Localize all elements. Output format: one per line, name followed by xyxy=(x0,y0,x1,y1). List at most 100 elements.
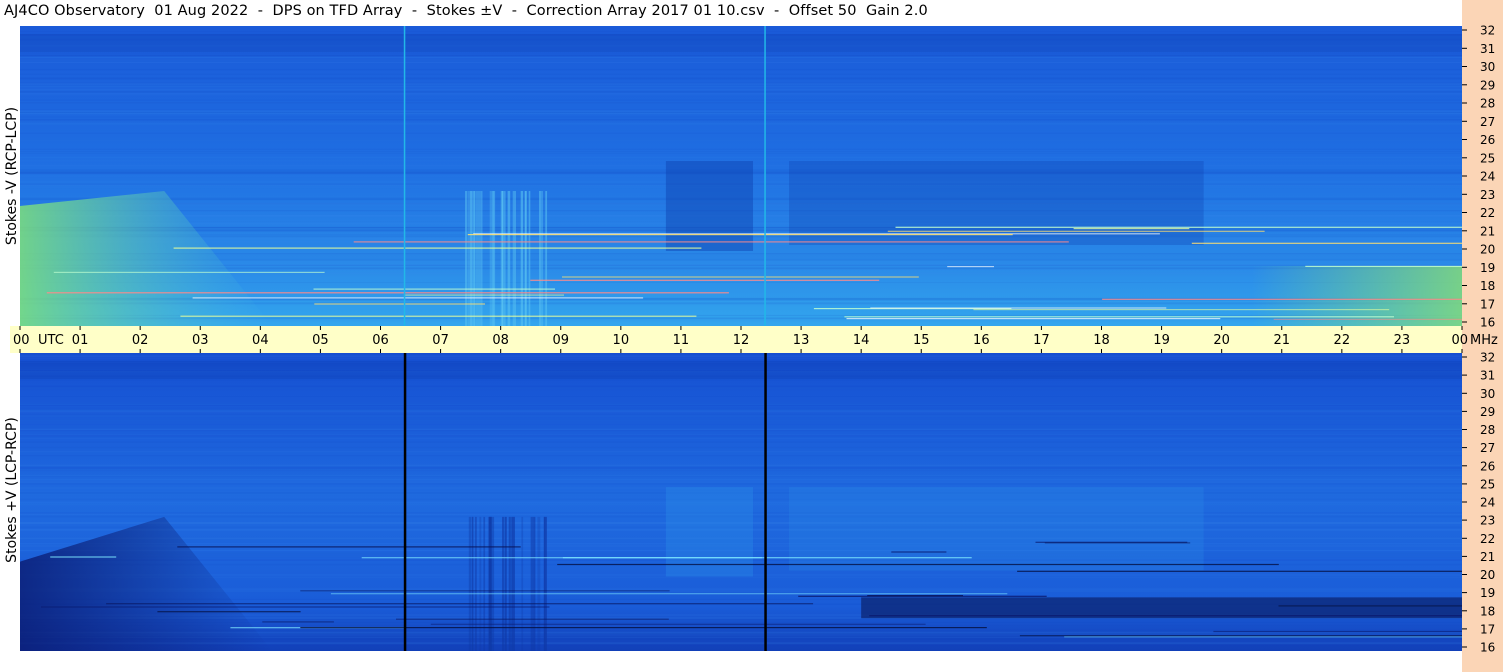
y-tick-label: 26 xyxy=(1480,459,1495,473)
interference-line xyxy=(157,611,301,613)
noise-stripe xyxy=(20,156,1462,158)
interference-line xyxy=(1305,265,1462,267)
y-tick-label: 20 xyxy=(1480,568,1495,582)
burst-streak xyxy=(473,191,476,326)
interference-line xyxy=(330,593,1008,595)
interference-line xyxy=(353,241,1069,243)
burst-streak xyxy=(480,191,483,326)
y-tick-label: 28 xyxy=(1480,97,1495,111)
x-tick-label: 05 xyxy=(312,333,329,348)
burst-streak xyxy=(479,516,482,651)
spectrogram-chart: 32 31 30 29 28 27 26 25 24 23 22 21 20 19 18 17 16 32 31 30… xyxy=(10,0,1503,672)
burst-streak xyxy=(531,516,534,651)
interference-line xyxy=(1102,298,1462,300)
burst-streak xyxy=(507,191,511,326)
noise-stripe xyxy=(20,152,1462,154)
burst-streak xyxy=(521,516,524,651)
noise-stripe xyxy=(20,353,1462,355)
burst-streak xyxy=(501,191,504,326)
y-tick-label: 31 xyxy=(1480,42,1495,56)
interference-line xyxy=(46,292,729,294)
burst-streak xyxy=(503,191,506,326)
y-tick-label: 20 xyxy=(1480,243,1495,257)
noise-stripe xyxy=(20,151,1462,153)
y-tick-label: 19 xyxy=(1480,586,1495,600)
y-tick-label: 24 xyxy=(1480,170,1495,184)
burst-streak xyxy=(487,516,491,651)
interference-line xyxy=(41,606,550,608)
y-tick-label: 30 xyxy=(1480,60,1495,74)
interference-line xyxy=(1213,630,1462,633)
x-tick-label: 19 xyxy=(1153,333,1170,348)
noise-stripe xyxy=(20,129,1462,131)
noise-stripe xyxy=(20,469,1462,472)
y-tick-label: 17 xyxy=(1480,297,1495,311)
interference-line xyxy=(846,318,1221,320)
y-tick-label: 24 xyxy=(1480,496,1495,510)
burst-streak xyxy=(470,191,474,326)
noise-stripe xyxy=(20,112,1462,113)
noise-stripe xyxy=(20,77,1462,80)
burst-streak xyxy=(508,516,511,651)
noise-stripe xyxy=(20,31,1462,33)
noise-stripe xyxy=(20,132,1462,134)
burst-streak xyxy=(478,191,480,326)
noise-stripe xyxy=(20,424,1462,425)
interference-line xyxy=(1044,542,1191,544)
noise-stripe xyxy=(20,396,1462,397)
noise-stripe xyxy=(20,159,1462,161)
interference-line xyxy=(50,556,117,558)
noise-stripe xyxy=(20,464,1462,466)
noise-stripe xyxy=(20,430,1462,432)
noise-stripe xyxy=(20,59,1462,61)
burst-streak xyxy=(511,516,515,651)
spectrogram-window: { "title": "AJ4CO Observatory 01 Aug 202… xyxy=(0,0,1503,672)
burst-streak xyxy=(489,191,493,326)
burst-streak xyxy=(468,516,471,651)
noise-stripe xyxy=(20,102,1462,104)
interference-line xyxy=(300,590,670,592)
y-tick-label: 28 xyxy=(1480,423,1495,437)
noise-stripe xyxy=(20,121,1462,124)
x-tick-label: 21 xyxy=(1273,333,1290,348)
y-tick-label: 18 xyxy=(1480,604,1495,618)
noise-stripe xyxy=(20,91,1462,93)
interference-line xyxy=(53,271,325,273)
noise-stripe xyxy=(20,450,1462,453)
y-tick-label: 16 xyxy=(1480,316,1495,330)
noise-stripe xyxy=(20,110,1462,113)
interference-line xyxy=(1017,570,1462,572)
noise-stripe xyxy=(20,355,1462,358)
noise-stripe xyxy=(20,73,1462,75)
burst-streak xyxy=(474,516,477,651)
noise-stripe xyxy=(20,481,1462,483)
noise-stripe xyxy=(20,379,1462,381)
burst-streak xyxy=(545,191,548,326)
x-tick-label: 00 xyxy=(1451,333,1468,348)
noise-stripe xyxy=(20,93,1462,95)
interference-line xyxy=(180,315,697,317)
y-tick-label: 29 xyxy=(1480,78,1495,92)
x-tick-label: 18 xyxy=(1093,333,1110,348)
y-tick-label: 30 xyxy=(1480,387,1495,401)
y-tick-label: 23 xyxy=(1480,514,1495,528)
noise-stripe xyxy=(20,255,1462,257)
rfi-block xyxy=(665,487,754,577)
interference-line xyxy=(870,307,1167,309)
noise-stripe xyxy=(20,57,1462,59)
noise-stripe xyxy=(20,359,1462,361)
y-tick-label: 17 xyxy=(1480,622,1495,636)
noise-stripe xyxy=(20,357,1462,360)
y-tick-label: 19 xyxy=(1480,261,1495,275)
x-axis-utc-label: UTC xyxy=(38,333,64,348)
interference-line xyxy=(262,621,334,623)
interference-line xyxy=(895,226,1462,228)
noise-stripe xyxy=(20,123,1462,125)
burst-streak xyxy=(525,191,527,326)
noise-stripe xyxy=(20,428,1462,430)
burst-streak xyxy=(471,516,473,651)
x-tick-label: 14 xyxy=(853,333,870,348)
noise-stripe xyxy=(20,85,1462,88)
interference-line xyxy=(530,279,880,281)
noise-stripe xyxy=(20,148,1462,150)
